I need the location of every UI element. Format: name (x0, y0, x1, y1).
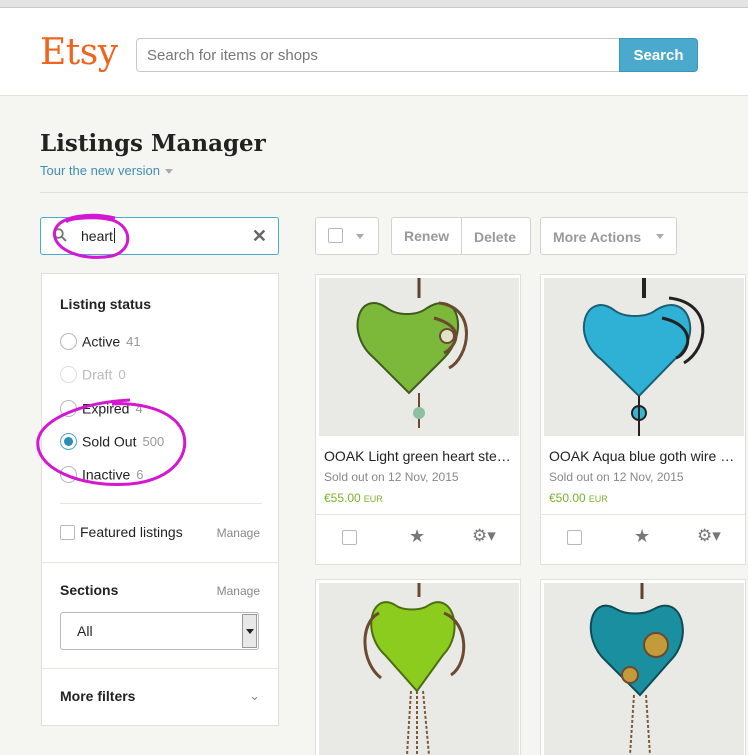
search-icon (53, 228, 67, 242)
listing-checkbox[interactable] (567, 530, 582, 545)
listing-sold-date: Sold out on 12 Nov, 2015 (324, 470, 459, 484)
listing-title[interactable]: OOAK Aqua blue goth wire wrapped heart p… (549, 448, 741, 464)
status-count: 500 (142, 433, 165, 449)
gear-icon[interactable]: ⚙▾ (697, 526, 721, 546)
filter-panel: Listing status Active 41 Draft 0 Expired 4 … (41, 273, 279, 726)
radio-button-selected[interactable] (60, 432, 77, 450)
status-label: Expired (82, 400, 130, 417)
price-currency: EUR (363, 494, 383, 504)
sections-manage-link[interactable]: Manage (217, 584, 260, 598)
text-cursor (113, 228, 115, 243)
chevron-down-icon[interactable]: ⌄ (249, 688, 260, 704)
price-value: €50.00 (549, 491, 586, 505)
divider (461, 218, 462, 254)
heart-pendant-image (356, 278, 468, 428)
caret-down-icon (656, 234, 664, 239)
heart-shape (356, 302, 460, 395)
listing-price: €55.00 EUR (324, 491, 383, 505)
listing-filter-input[interactable]: heart ✕ (40, 217, 279, 255)
status-option-inactive[interactable]: Inactive 6 (60, 465, 143, 485)
status-label: Active (82, 333, 121, 350)
divider (541, 514, 745, 515)
status-count: 4 (135, 400, 143, 416)
heart-pendant-image (582, 278, 705, 436)
status-option-draft[interactable]: Draft 0 (60, 365, 126, 385)
radio-button[interactable] (60, 365, 77, 383)
listing-card[interactable] (315, 579, 521, 755)
select-all-checkbox[interactable] (328, 228, 343, 243)
delete-button[interactable]: Delete (474, 229, 516, 245)
divider (60, 503, 262, 504)
sections-select[interactable]: All (60, 612, 259, 650)
caret-down-icon (356, 234, 364, 239)
filter-query-text[interactable]: heart (81, 228, 115, 244)
listing-image[interactable] (319, 278, 519, 436)
star-icon[interactable]: ★ (409, 526, 425, 547)
site-search-button[interactable]: Search (619, 38, 698, 72)
featured-checkbox[interactable] (60, 524, 75, 540)
status-label: Inactive (82, 466, 131, 483)
listing-card[interactable] (540, 579, 746, 755)
status-option-sold-out[interactable]: Sold Out 500 (60, 432, 164, 452)
listing-image[interactable] (544, 278, 744, 436)
tour-link[interactable]: Tour the new version (40, 163, 173, 178)
listing-status-title: Listing status (60, 296, 152, 312)
featured-manage-link[interactable]: Manage (217, 526, 260, 540)
listing-card[interactable]: OOAK Light green heart steampunk wire pe… (315, 274, 521, 565)
etsy-logo[interactable]: Etsy (40, 32, 118, 73)
listing-image[interactable] (319, 583, 519, 755)
featured-label: Featured listings (80, 524, 183, 541)
dropdown-arrow-icon[interactable] (242, 614, 257, 648)
page-title: Listings Manager (40, 130, 266, 157)
status-count: 6 (136, 466, 144, 482)
status-count: 0 (118, 366, 126, 382)
status-label: Draft (82, 366, 113, 383)
site-header: Etsy Search (0, 8, 748, 96)
heart-pendant-image (363, 583, 466, 755)
tour-link-label[interactable]: Tour the new version (40, 163, 160, 178)
caret-down-icon (164, 169, 173, 175)
listing-title[interactable]: OOAK Light green heart steampunk wire pe… (324, 448, 516, 464)
renew-button[interactable]: Renew (404, 228, 449, 244)
listing-sold-date: Sold out on 12 Nov, 2015 (549, 470, 684, 484)
browser-strip (0, 0, 748, 8)
sections-select-value: All (77, 623, 93, 639)
radio-button[interactable] (60, 465, 77, 483)
price-currency: EUR (588, 494, 608, 504)
radio-button[interactable] (60, 399, 77, 417)
divider (42, 562, 278, 563)
listing-image[interactable] (544, 583, 744, 755)
sections-title: Sections (60, 582, 119, 598)
heart-shape (589, 604, 684, 697)
heart-shape (370, 601, 456, 693)
select-all-dropdown[interactable] (315, 217, 379, 255)
filter-query-value: heart (81, 228, 113, 244)
status-count: 41 (126, 333, 141, 349)
close-icon[interactable]: ✕ (252, 226, 267, 247)
price-value: €55.00 (324, 491, 361, 505)
radio-button[interactable] (60, 332, 77, 350)
more-actions-dropdown[interactable]: More Actions (540, 217, 677, 255)
more-actions-label: More Actions (553, 229, 642, 245)
divider (42, 668, 278, 669)
more-filters-toggle[interactable]: More filters (60, 688, 135, 704)
listing-price: €50.00 EUR (549, 491, 608, 505)
listing-checkbox[interactable] (342, 530, 357, 545)
site-search-input[interactable] (136, 38, 620, 72)
divider (316, 514, 520, 515)
status-option-active[interactable]: Active 41 (60, 332, 141, 352)
listing-card[interactable]: OOAK Aqua blue goth wire wrapped heart p… (540, 274, 746, 565)
heart-shape (582, 304, 692, 398)
heart-pendant-image (589, 583, 684, 755)
status-label: Sold Out (82, 433, 137, 450)
featured-listings-filter[interactable]: Featured listings (60, 523, 183, 540)
status-option-expired[interactable]: Expired 4 (60, 399, 143, 419)
gear-icon[interactable]: ⚙▾ (472, 526, 496, 546)
divider (40, 192, 748, 193)
star-icon[interactable]: ★ (634, 526, 650, 547)
